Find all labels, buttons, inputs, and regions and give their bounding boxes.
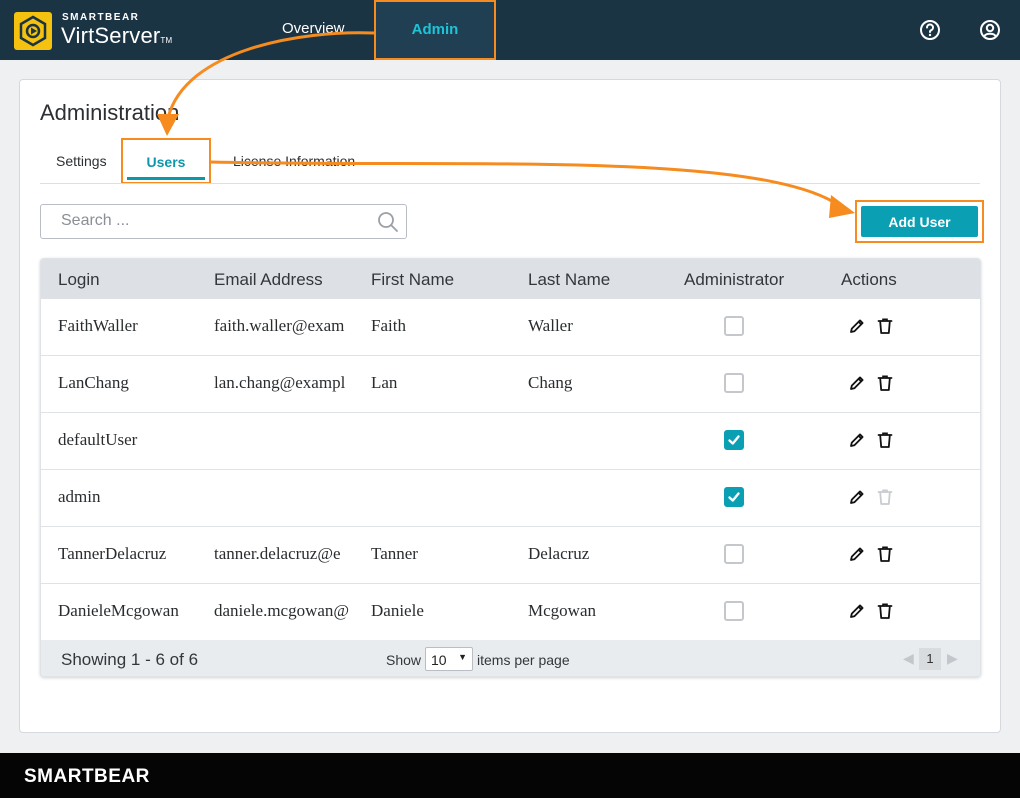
pencil-icon[interactable]: [848, 488, 866, 506]
administrator-checkbox[interactable]: [724, 430, 744, 450]
cell-last-name: Mcgowan: [528, 601, 596, 620]
cell-email: daniele.mcgowan@: [214, 601, 350, 620]
administrator-checkbox[interactable]: [724, 601, 744, 621]
pencil-icon[interactable]: [848, 602, 866, 620]
cell-first-name: Tanner: [371, 544, 418, 563]
tab-users-highlight: Users: [121, 138, 211, 184]
chevron-left-icon[interactable]: ◀: [903, 650, 914, 667]
cell-last-name: Chang: [528, 373, 573, 392]
tab-divider: [40, 183, 980, 184]
virtserver-logo-icon[interactable]: [14, 12, 52, 50]
nav-overview[interactable]: Overview: [282, 20, 345, 37]
tab-users[interactable]: Users: [123, 154, 209, 170]
table-row[interactable]: admin: [41, 470, 980, 527]
pencil-icon[interactable]: [848, 545, 866, 563]
add-user-highlight: Add User: [855, 200, 984, 243]
pencil-icon[interactable]: [848, 374, 866, 392]
cell-last-name: Delacruz: [528, 544, 590, 563]
column-header-administrator[interactable]: Administrator: [684, 270, 784, 290]
caret-down-icon: ▼: [458, 652, 467, 662]
administrator-checkbox[interactable]: [724, 373, 744, 393]
trash-icon[interactable]: [876, 374, 894, 392]
brand-small: SMARTBEAR: [62, 12, 140, 23]
table-pager: Showing 1 - 6 of 6 Show 10 ▼ items per p…: [41, 640, 980, 676]
column-header-actions: Actions: [841, 270, 897, 289]
check-icon: [728, 492, 740, 502]
nav-admin-highlight: Admin: [374, 0, 496, 60]
tab-license-information[interactable]: License Information: [233, 153, 355, 169]
trash-icon[interactable]: [876, 545, 894, 563]
cell-email: lan.chang@exampl: [214, 373, 346, 392]
product-name: VirtServerTM: [61, 23, 173, 48]
column-header-first-name[interactable]: First Name: [371, 270, 454, 290]
cell-first-name: Faith: [371, 316, 406, 335]
cell-login: DanieleMcgowan: [58, 601, 179, 620]
tab-settings[interactable]: Settings: [56, 153, 107, 169]
cell-login: defaultUser: [58, 430, 138, 449]
footer-brand: SMARTBEAR: [24, 766, 150, 787]
check-icon: [728, 435, 740, 445]
pencil-icon[interactable]: [848, 431, 866, 449]
search-icon[interactable]: [376, 210, 400, 234]
cell-login: FaithWaller: [58, 316, 138, 335]
cell-first-name: Daniele: [371, 601, 424, 620]
add-user-button[interactable]: Add User: [861, 206, 978, 237]
trash-icon[interactable]: [876, 317, 894, 335]
show-label: Show: [386, 652, 422, 668]
column-header-login[interactable]: Login: [58, 270, 100, 290]
cell-login: admin: [58, 487, 101, 506]
active-tab-underline: [127, 177, 205, 180]
showing-count: Showing 1 - 6 of 6: [61, 650, 199, 669]
table-row[interactable]: LanChang lan.chang@exampl Lan Chang: [41, 356, 980, 413]
items-per-page-value: 10: [431, 652, 447, 668]
table-row[interactable]: FaithWaller faith.waller@exam Faith Waller: [41, 299, 980, 356]
chevron-right-icon[interactable]: ▶: [947, 650, 958, 667]
page-number[interactable]: 1: [919, 648, 941, 670]
cell-last-name: Waller: [528, 316, 573, 335]
cell-email: faith.waller@exam: [214, 316, 345, 335]
administrator-checkbox[interactable]: [724, 487, 744, 507]
trash-icon: [877, 489, 893, 505]
cell-email: tanner.delacruz@e: [214, 544, 341, 563]
search-input[interactable]: [61, 212, 361, 230]
table-row[interactable]: defaultUser: [41, 413, 980, 470]
trademark: TM: [160, 36, 173, 45]
page-title: Administration: [40, 100, 180, 125]
bottom-bar: SMARTBEAR: [0, 753, 1020, 798]
users-table: Login Email Address First Name Last Name…: [40, 258, 981, 677]
cell-login: TannerDelacruz: [58, 544, 167, 563]
cell-login: LanChang: [58, 373, 129, 392]
cell-first-name: Lan: [371, 373, 398, 392]
table-row[interactable]: DanieleMcgowan daniele.mcgowan@ Daniele Mcg…: [41, 584, 980, 641]
items-per-page-label: items per page: [477, 652, 570, 668]
trash-icon[interactable]: [876, 431, 894, 449]
table-row[interactable]: TannerDelacruz tanner.delacruz@e Tanner Del…: [41, 527, 980, 584]
administrator-checkbox[interactable]: [724, 316, 744, 336]
top-bar: SMARTBEAR VirtServerTM Overview Admin: [0, 0, 1020, 60]
items-per-page-select[interactable]: 10 ▼: [425, 647, 473, 671]
help-circle-icon[interactable]: [919, 19, 941, 41]
administrator-checkbox[interactable]: [724, 544, 744, 564]
pencil-icon[interactable]: [848, 317, 866, 335]
trash-icon[interactable]: [876, 602, 894, 620]
user-circle-icon[interactable]: [979, 19, 1001, 41]
table-header: Login Email Address First Name Last Name…: [41, 259, 980, 299]
nav-admin[interactable]: Admin: [376, 21, 494, 38]
column-header-last-name[interactable]: Last Name: [528, 270, 610, 290]
column-header-email[interactable]: Email Address: [214, 270, 323, 290]
search-box[interactable]: [40, 204, 407, 239]
